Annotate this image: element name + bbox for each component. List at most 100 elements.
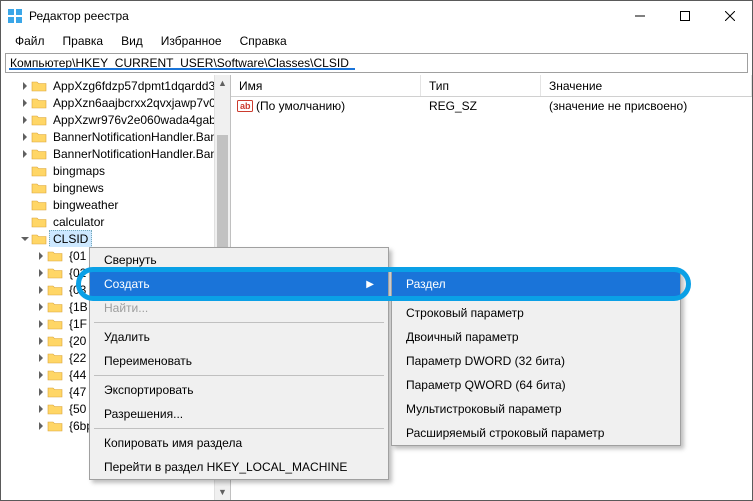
sub-multi-string[interactable]: Мультистроковый параметр [392,397,680,421]
tree-item[interactable]: AppXzg6fdzp57dpmt1dqardd3 [1,77,230,94]
submenu-arrow-icon: ▶ [366,279,374,290]
folder-icon [47,266,63,280]
app-icon [7,8,23,24]
ctx-create[interactable]: Создать ▶ [90,272,388,296]
tree-item[interactable]: bingnews [1,179,230,196]
ctx-export[interactable]: Экспортировать [90,378,388,402]
ctx-copy-key-name[interactable]: Копировать имя раздела [90,431,388,455]
app-window: Редактор реестра Файл Правка Вид Избранн… [0,0,753,501]
maximize-button[interactable] [662,1,707,31]
titlebar: Редактор реестра [1,1,752,31]
minimize-button[interactable] [617,1,662,31]
sub-dword[interactable]: Параметр DWORD (32 бита) [392,349,680,373]
folder-icon [31,147,47,161]
expand-toggle-icon[interactable] [35,354,47,362]
scroll-down-button[interactable]: ▼ [215,484,230,500]
folder-icon [47,385,63,399]
window-title: Редактор реестра [29,9,129,23]
tree-item-label: {20 [65,332,90,349]
expand-toggle-icon[interactable] [35,286,47,294]
collapse-toggle-icon[interactable] [19,235,31,243]
menu-favorites[interactable]: Избранное [153,33,230,49]
tree-item[interactable]: BannerNotificationHandler.Ban [1,128,230,145]
expand-toggle-icon[interactable] [19,116,31,124]
expand-toggle-icon[interactable] [35,388,47,396]
sub-key[interactable]: Раздел [392,272,680,296]
ctx-delete[interactable]: Удалить [90,325,388,349]
tree-item[interactable]: BannerNotificationHandler.Ban [1,145,230,162]
expand-toggle-icon [19,216,31,227]
tree-item-label: {01 [65,247,90,264]
ctx-permissions[interactable]: Разрешения... [90,402,388,426]
expand-toggle-icon [19,182,31,193]
folder-icon [31,96,47,110]
value-row[interactable]: ab (По умолчанию) REG_SZ (значение не пр… [231,97,752,115]
string-value-icon: ab [237,98,253,114]
folder-icon [31,113,47,127]
menu-edit[interactable]: Правка [55,33,112,49]
sub-separator [396,298,676,299]
expand-toggle-icon [19,199,31,210]
menu-file[interactable]: Файл [7,33,53,49]
ctx-rename[interactable]: Переименовать [90,349,388,373]
ctx-separator [94,322,384,323]
tree-item-label: {22 [65,349,90,366]
ctx-goto-hklm[interactable]: Перейти в раздел HKEY_LOCAL_MACHINE [90,455,388,479]
tree-item[interactable]: AppXzwr976v2e060wada4gabr [1,111,230,128]
menu-view[interactable]: Вид [113,33,151,49]
tree-item-label: bingnews [49,179,108,196]
expand-toggle-icon[interactable] [35,320,47,328]
tree-item-label: CLSID [49,230,92,247]
folder-icon [31,181,47,195]
expand-toggle-icon[interactable] [35,422,47,430]
col-value[interactable]: Значение [541,75,752,96]
menu-help[interactable]: Справка [232,33,295,49]
svg-text:ab: ab [240,101,251,111]
tree-item[interactable]: CLSID [1,230,230,247]
folder-icon [31,130,47,144]
ctx-separator [94,375,384,376]
folder-icon [47,317,63,331]
folder-icon [31,232,47,246]
sub-qword[interactable]: Параметр QWORD (64 бита) [392,373,680,397]
close-button[interactable] [707,1,752,31]
tree-item-label: {02 [65,264,90,281]
expand-toggle-icon[interactable] [35,269,47,277]
tree-item[interactable]: bingmaps [1,162,230,179]
tree-item[interactable]: calculator [1,213,230,230]
expand-toggle-icon[interactable] [35,337,47,345]
folder-icon [47,249,63,263]
expand-toggle-icon[interactable] [19,99,31,107]
tree-item-label: calculator [49,213,108,230]
sub-string[interactable]: Строковый параметр [392,301,680,325]
col-name[interactable]: Имя [231,75,421,96]
tree-item-label: AppXzwr976v2e060wada4gabr [49,111,224,128]
sub-expandable-string[interactable]: Расширяемый строковый параметр [392,421,680,445]
expand-toggle-icon[interactable] [35,303,47,311]
tree-item-label: {50 [65,400,90,417]
tree-item[interactable]: AppXzn6aajbcrxx2qvxjawp7v0 [1,94,230,111]
expand-toggle-icon[interactable] [19,82,31,90]
address-text: Компьютер\HKEY_CURRENT_USER\Software\Cla… [10,56,349,70]
expand-toggle-icon[interactable] [19,133,31,141]
window-controls [617,1,752,31]
expand-toggle-icon[interactable] [35,252,47,260]
tree-item[interactable]: bingweather [1,196,230,213]
tree-item-label: {03 [65,281,90,298]
folder-icon [47,351,63,365]
expand-toggle-icon[interactable] [35,371,47,379]
ctx-find[interactable]: Найти... [90,296,388,320]
ctx-collapse[interactable]: Свернуть [90,248,388,272]
tree-item-label: {1F [65,315,91,332]
col-type[interactable]: Тип [421,75,541,96]
folder-icon [47,368,63,382]
folder-icon [31,215,47,229]
scroll-thumb[interactable] [217,135,228,255]
sub-binary[interactable]: Двоичный параметр [392,325,680,349]
folder-icon [47,402,63,416]
expand-toggle-icon[interactable] [35,405,47,413]
folder-icon [47,283,63,297]
expand-toggle-icon[interactable] [19,150,31,158]
address-bar[interactable]: Компьютер\HKEY_CURRENT_USER\Software\Cla… [5,53,748,73]
scroll-up-button[interactable]: ▲ [215,75,230,91]
